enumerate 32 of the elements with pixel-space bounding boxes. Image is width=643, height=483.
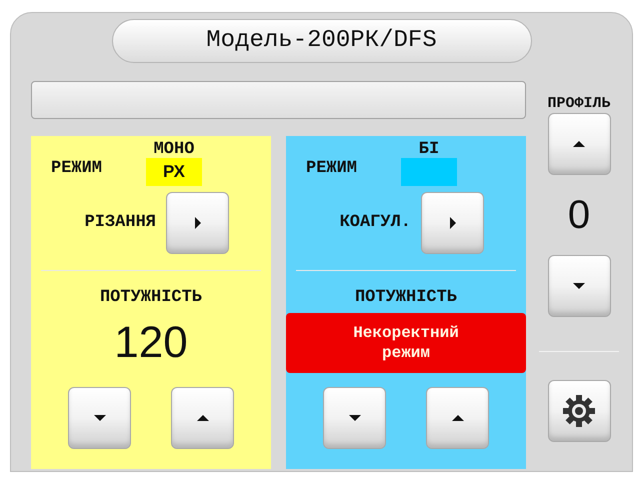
up-triangle-icon xyxy=(573,139,585,149)
power-label: ПОТУЖНІСТЬ xyxy=(100,287,202,309)
profile-label: ПРОФІЛЬ xyxy=(547,94,610,114)
down-triangle-icon xyxy=(94,412,106,422)
settings-button[interactable] xyxy=(548,380,610,442)
mode-tag: РХ xyxy=(146,158,202,186)
down-triangle-icon xyxy=(348,412,360,422)
profile-down-button[interactable] xyxy=(548,255,610,317)
profile-value: 0 xyxy=(568,192,590,239)
right-triangle-icon xyxy=(448,217,458,229)
function-label: РІЗАННЯ xyxy=(84,212,156,234)
mode-label: РЕЖИМ xyxy=(306,158,358,180)
profile-up-button[interactable] xyxy=(548,113,610,175)
right-triangle-icon xyxy=(192,217,202,229)
function-select-button[interactable] xyxy=(421,192,484,254)
power-up-button[interactable] xyxy=(426,386,489,448)
window-title: Модель-200РК/DFS xyxy=(112,19,532,63)
function-select-button[interactable] xyxy=(166,192,229,254)
error-message: Некоректний режим xyxy=(286,312,526,372)
power-up-button[interactable] xyxy=(171,386,234,448)
mode-label: РЕЖИМ xyxy=(51,158,104,180)
up-triangle-icon xyxy=(196,412,208,422)
power-label: ПОТУЖНІСТЬ xyxy=(354,287,458,309)
down-triangle-icon xyxy=(573,281,585,291)
mode-type: МОНО xyxy=(154,142,194,158)
power-down-button[interactable] xyxy=(323,386,386,448)
settings-icon xyxy=(562,394,596,428)
up-triangle-icon xyxy=(452,412,464,422)
function-label: КОАГУЛ. xyxy=(338,212,411,234)
power-value: 120 xyxy=(114,320,188,364)
power-down-button[interactable] xyxy=(68,386,131,448)
mode-type: БІ xyxy=(418,142,440,158)
